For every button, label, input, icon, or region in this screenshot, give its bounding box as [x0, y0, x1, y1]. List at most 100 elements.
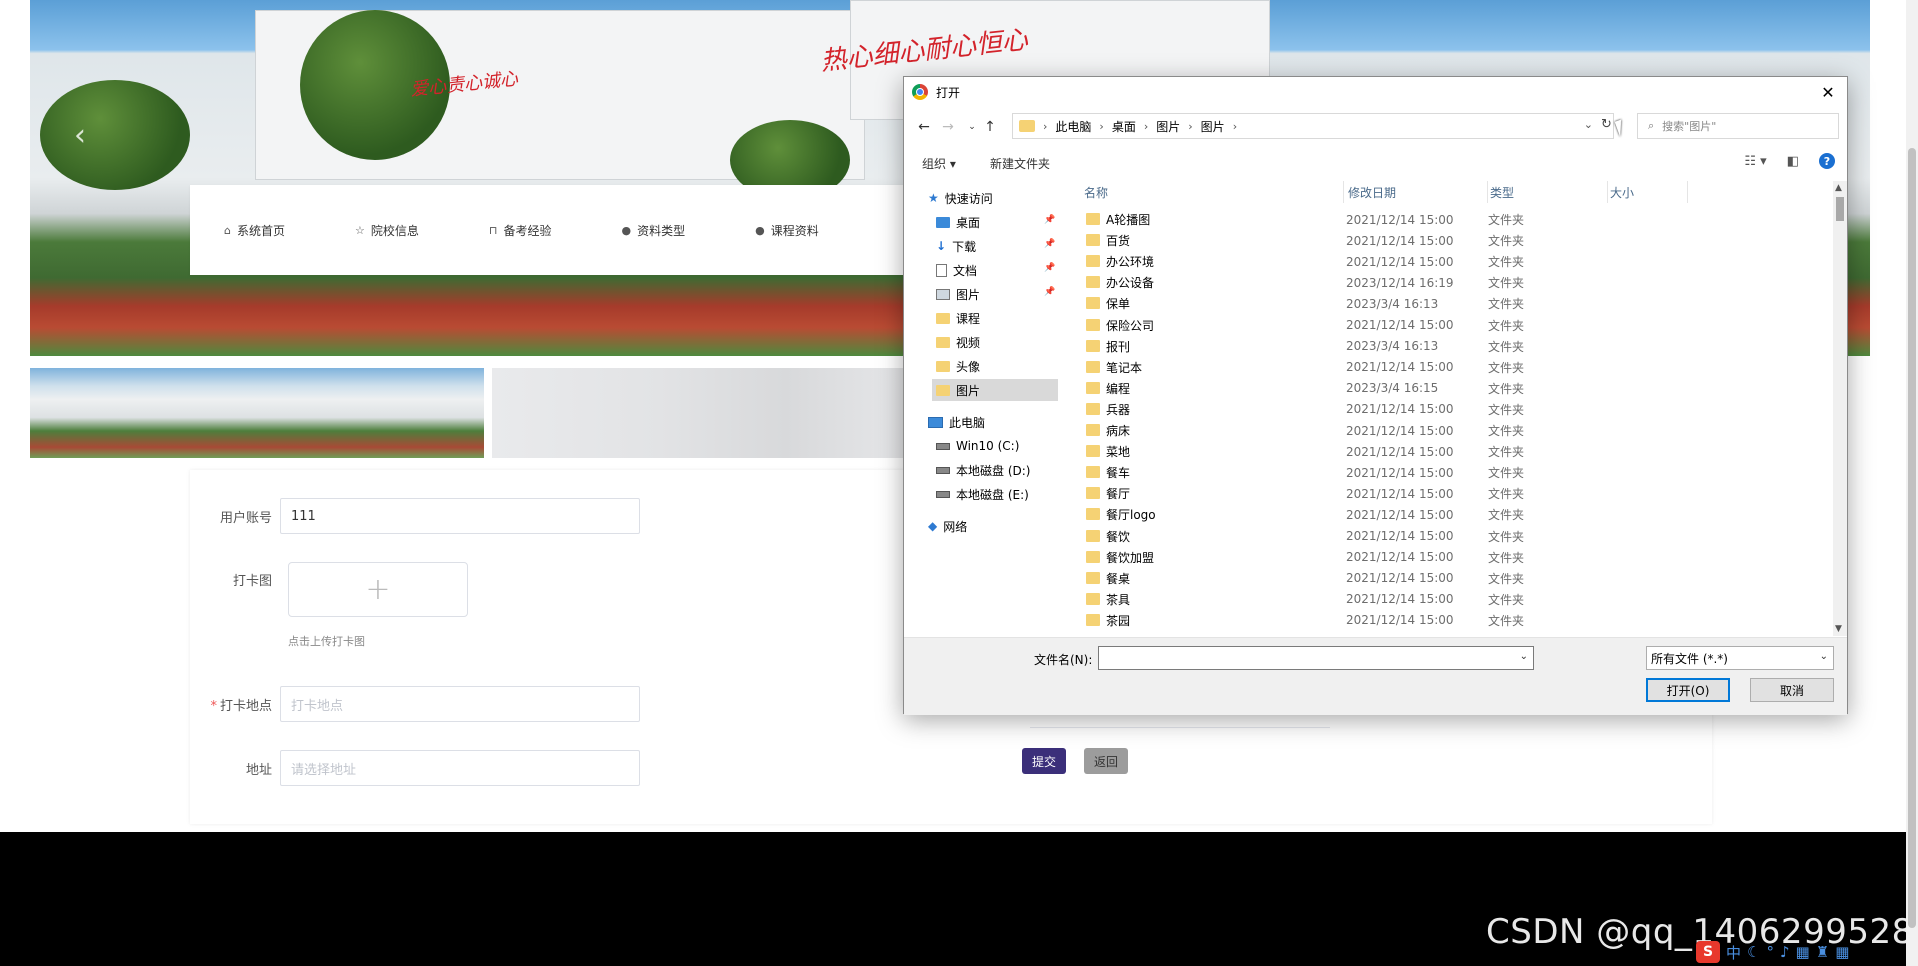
chevron-down-icon[interactable]: ⌄ — [1584, 118, 1593, 131]
file-row[interactable]: 餐厅 2021/12/14 15:00 文件夹 — [1074, 483, 1794, 504]
cancel-button[interactable]: 取消 — [1750, 678, 1834, 702]
file-row[interactable]: 餐饮加盟 2021/12/14 15:00 文件夹 — [1074, 547, 1794, 568]
tree-item-desktop[interactable]: 桌面 — [936, 211, 980, 233]
location-input[interactable]: 打卡地点 — [280, 686, 640, 722]
close-icon[interactable]: ✕ — [1817, 81, 1839, 103]
file-row[interactable]: 餐桌 2021/12/14 15:00 文件夹 — [1074, 568, 1794, 589]
submit-button[interactable]: 提交 — [1022, 748, 1066, 774]
tree-item-downloads[interactable]: ↓ 下载 — [936, 235, 976, 257]
preview-pane-icon[interactable]: ◧ — [1787, 154, 1799, 169]
column-header-size[interactable]: 大小 — [1608, 181, 1688, 203]
tree-label: 课程 — [956, 311, 981, 326]
carousel-prev-icon[interactable]: ‹ — [74, 118, 86, 153]
file-type: 文件夹 — [1488, 487, 1525, 502]
view-options-icon[interactable]: ☷ ▾ — [1744, 154, 1766, 169]
file-row[interactable]: 餐饮 2021/12/14 15:00 文件夹 — [1074, 526, 1794, 547]
up-arrow-icon[interactable]: ↑ — [978, 119, 1002, 135]
page-scrollbar[interactable] — [1906, 0, 1918, 966]
scroll-down-icon[interactable]: ▼ — [1835, 624, 1842, 634]
file-row[interactable]: 保单 2023/3/4 16:13 文件夹 — [1074, 293, 1794, 314]
tree-item-drive-c[interactable]: Win10 (C:) — [936, 435, 1019, 457]
organize-button[interactable]: 组织 ▾ — [922, 155, 956, 172]
address-bar[interactable]: › 此电脑 › 桌面 › 图片 › 图片 › ⌄ — [1012, 113, 1614, 139]
photo-uploader[interactable]: + — [288, 562, 468, 617]
back-button[interactable]: 返回 — [1084, 748, 1128, 774]
help-icon[interactable]: ? — [1819, 153, 1835, 169]
file-type: 文件夹 — [1488, 592, 1525, 607]
sogou-ime-icon[interactable]: S — [1696, 941, 1720, 963]
tree-item-pictures-folder[interactable]: 图片 — [932, 379, 1058, 401]
file-row[interactable]: 办公设备 2023/12/14 16:19 文件夹 — [1074, 272, 1794, 293]
nav-item-course-materials[interactable]: ● 课程资料 — [755, 222, 819, 239]
file-row[interactable]: 报刊 2023/3/4 16:13 文件夹 — [1074, 336, 1794, 357]
tree-item-quick-access[interactable]: ★ 快速访问 — [928, 187, 993, 209]
breadcrumb-item[interactable]: 图片 — [1201, 118, 1225, 135]
open-button[interactable]: 打开(O) — [1646, 678, 1730, 702]
nav-item-colleges[interactable]: ☆ 院校信息 — [355, 222, 419, 239]
tree-item-this-pc[interactable]: 此电脑 — [928, 411, 985, 433]
file-row[interactable]: 病床 2021/12/14 15:00 文件夹 — [1074, 420, 1794, 441]
carousel-thumbnail[interactable] — [30, 368, 484, 458]
new-folder-button[interactable]: 新建文件夹 — [990, 155, 1050, 172]
pin-icon[interactable]: 📌 — [1044, 263, 1055, 273]
file-row[interactable]: A轮播图 2021/12/14 15:00 文件夹 — [1074, 209, 1794, 230]
info-icon: ● — [621, 223, 632, 237]
search-input[interactable]: ⌕ 搜索"图片" — [1637, 113, 1839, 139]
nav-item-material-types[interactable]: ● 资料类型 — [622, 222, 686, 239]
forward-arrow-icon[interactable]: → — [936, 119, 960, 135]
tree-item-video[interactable]: 视频 — [936, 331, 980, 353]
file-list-scrollbar[interactable]: ▲ ▼ — [1833, 181, 1847, 636]
tree-item-avatar[interactable]: 头像 — [936, 355, 980, 377]
file-type: 文件夹 — [1488, 550, 1525, 565]
nav-item-experience[interactable]: ⊓ 备考经验 — [489, 222, 552, 239]
folder-icon — [1019, 120, 1035, 132]
scrollbar-thumb[interactable] — [1908, 148, 1916, 928]
file-row[interactable]: 办公环境 2021/12/14 15:00 文件夹 — [1074, 251, 1794, 272]
column-header-name[interactable]: 名称 — [1082, 181, 1344, 203]
back-arrow-icon[interactable]: ← — [912, 119, 936, 135]
file-row[interactable]: 编程 2023/3/4 16:15 文件夹 — [1074, 378, 1794, 399]
tree-item-documents[interactable]: 文档 — [936, 259, 977, 281]
microphone-icon[interactable]: ♪ — [1780, 943, 1790, 961]
grid-icon[interactable]: ▦ — [1835, 943, 1849, 961]
tree-item-network[interactable]: ◆ 网络 — [928, 515, 967, 537]
file-row[interactable]: 茶园 2021/12/14 15:00 文件夹 — [1074, 610, 1794, 631]
file-row[interactable]: 餐厅logo 2021/12/14 15:00 文件夹 — [1074, 504, 1794, 525]
punctuation-icon[interactable]: ° — [1766, 943, 1774, 961]
file-row[interactable]: 兵器 2021/12/14 15:00 文件夹 — [1074, 399, 1794, 420]
account-input[interactable]: 111 — [280, 498, 640, 534]
scroll-up-icon[interactable]: ▲ — [1835, 183, 1842, 193]
scrollbar-thumb[interactable] — [1836, 197, 1844, 221]
file-row[interactable]: 笔记本 2021/12/14 15:00 文件夹 — [1074, 357, 1794, 378]
pin-icon[interactable]: 📌 — [1044, 239, 1055, 249]
carousel-thumbnail[interactable] — [492, 368, 912, 458]
chevron-down-icon[interactable]: ⌄ — [1520, 651, 1528, 662]
nav-item-home[interactable]: ⌂ 系统首页 — [224, 222, 285, 239]
ime-mode[interactable]: 中 — [1726, 942, 1741, 963]
breadcrumb-item[interactable]: 此电脑 — [1055, 118, 1091, 135]
column-header-type[interactable]: 类型 — [1488, 181, 1608, 203]
file-row[interactable]: 菜地 2021/12/14 15:00 文件夹 — [1074, 441, 1794, 462]
location-row: * 打卡地点 打卡地点 — [190, 686, 640, 722]
shirt-icon[interactable]: ♜ — [1816, 943, 1829, 961]
file-row[interactable]: 茶具 2021/12/14 15:00 文件夹 — [1074, 589, 1794, 610]
tree-item-drive-d[interactable]: 本地磁盘 (D:) — [936, 459, 1030, 481]
breadcrumb-item[interactable]: 桌面 — [1112, 118, 1136, 135]
tree-item-pictures[interactable]: 图片 — [936, 283, 980, 305]
file-row[interactable]: 保险公司 2021/12/14 15:00 文件夹 — [1074, 315, 1794, 336]
dialog-toolbar: 组织 ▾ 新建文件夹 ☷ ▾ ◧ ? — [904, 149, 1847, 177]
tree-item-drive-e[interactable]: 本地磁盘 (E:) — [936, 483, 1029, 505]
column-header-date[interactable]: 修改日期 — [1346, 181, 1488, 203]
pin-icon[interactable]: 📌 — [1044, 215, 1055, 225]
keyboard-icon[interactable]: ▦ — [1796, 943, 1810, 961]
address-input[interactable]: 请选择地址 — [280, 750, 640, 786]
filetype-select[interactable]: 所有文件 (*.*) ⌄ — [1646, 646, 1834, 670]
breadcrumb-item[interactable]: 图片 — [1156, 118, 1180, 135]
refresh-icon[interactable]: ↻ — [1601, 117, 1612, 132]
file-row[interactable]: 百货 2021/12/14 15:00 文件夹 — [1074, 230, 1794, 251]
filename-input[interactable]: ⌄ — [1098, 646, 1534, 670]
file-row[interactable]: 餐车 2021/12/14 15:00 文件夹 — [1074, 462, 1794, 483]
moon-icon[interactable]: ☾ — [1747, 943, 1760, 961]
tree-item-course[interactable]: 课程 — [936, 307, 980, 329]
pin-icon[interactable]: 📌 — [1044, 287, 1055, 297]
